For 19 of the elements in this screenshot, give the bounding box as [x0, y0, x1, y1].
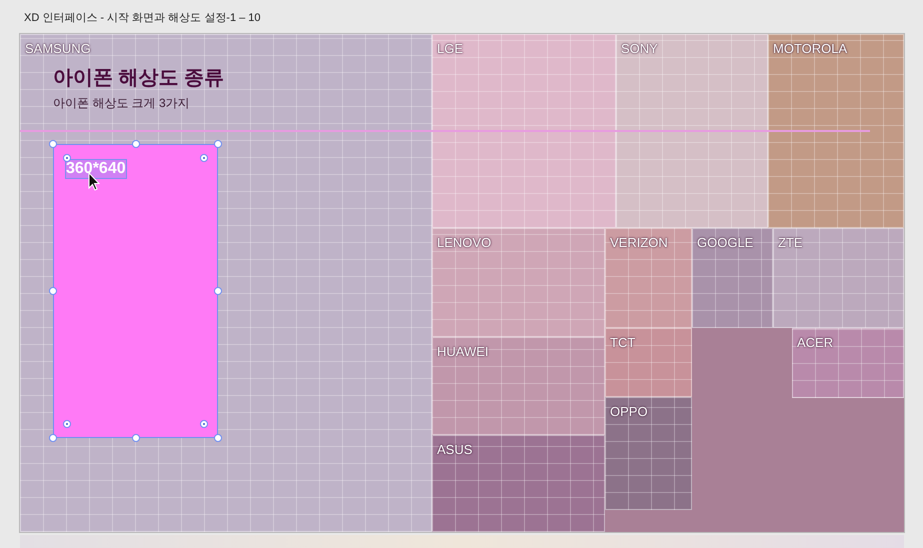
- cursor-icon: [88, 172, 100, 191]
- brand-label: SAMSUNG: [25, 41, 91, 56]
- brand-label: OPPO: [610, 404, 648, 419]
- brand-label: TCT: [610, 335, 636, 350]
- brand-label: HUAWEI: [437, 344, 489, 359]
- brand-label: SONY: [621, 41, 658, 56]
- brand-label: VERIZON: [610, 235, 668, 250]
- brand-label: ZTE: [778, 235, 803, 250]
- size-label[interactable]: 360*640: [66, 160, 126, 178]
- brand-label: ACER: [797, 335, 834, 350]
- brand-label: GOOGLE: [697, 235, 754, 250]
- heading: 아이폰 해상도 종류: [53, 66, 224, 91]
- brand-label: LENOVO: [437, 235, 492, 250]
- selected-shape[interactable]: 360*640: [53, 144, 218, 438]
- brand-label: LGE: [437, 41, 464, 56]
- subheading: 아이폰 해상도 크게 3가지: [53, 95, 190, 112]
- brand-label: ASUS: [437, 442, 472, 457]
- window-title: XD 인터페이스 - 시작 화면과 해상도 설정-1 – 10: [23, 11, 262, 26]
- brand-label: MOTOROLA: [773, 41, 848, 56]
